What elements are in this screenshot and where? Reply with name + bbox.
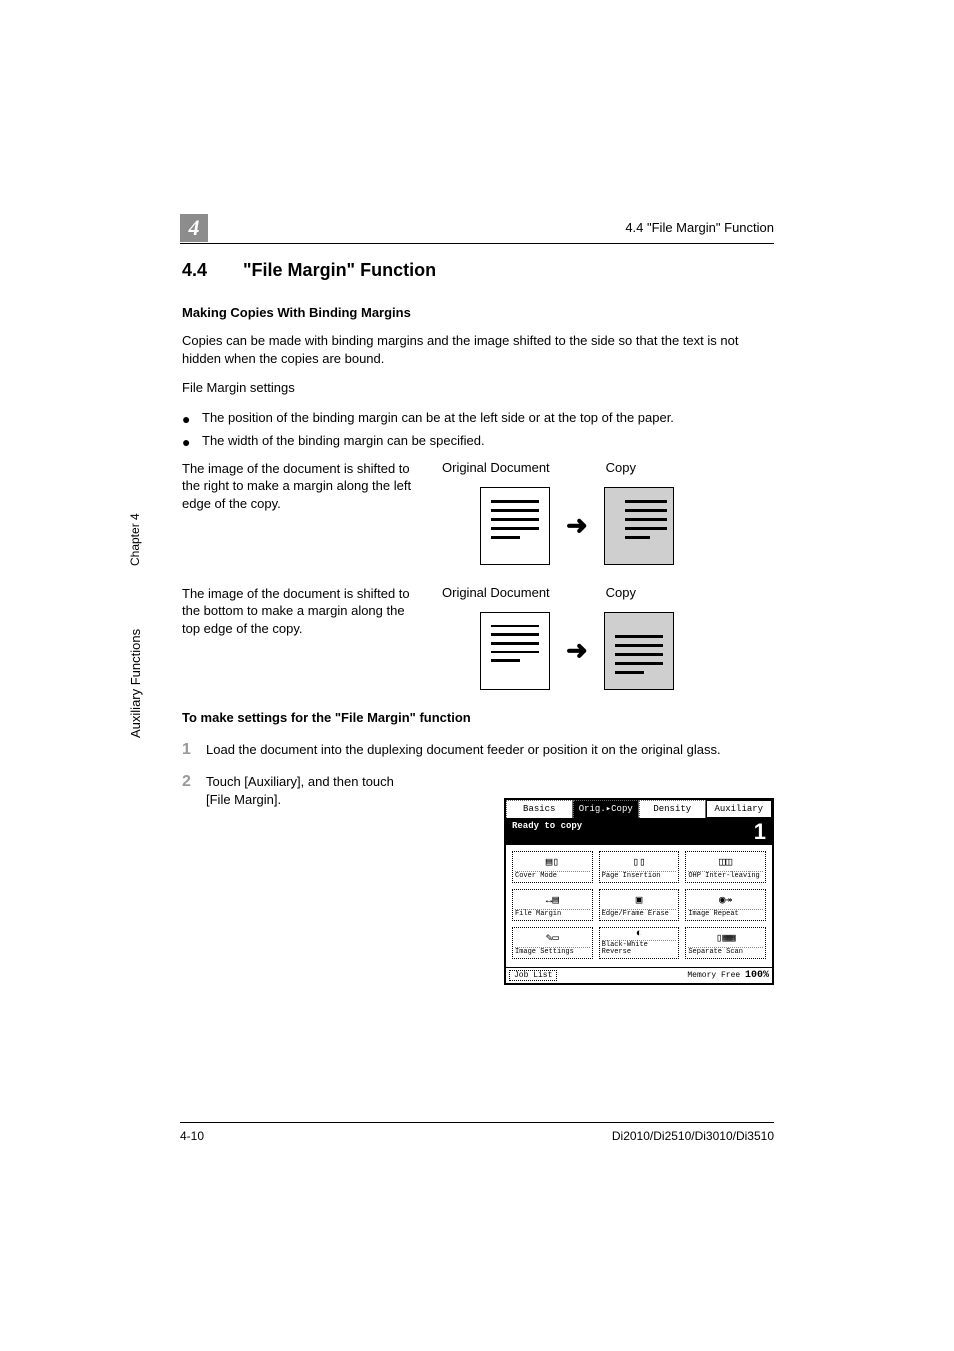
file-margin-icon: ↔▤ [515,891,590,909]
file-margin-button[interactable]: ↔▤File Margin [512,889,593,921]
shift-top-block: The image of the document is shifted to … [182,585,774,690]
image-repeat-button[interactable]: ◉↠Image Repeat [685,889,766,921]
step-1: 1 Load the document into the duplexing d… [182,741,774,759]
page: 4 4.4 "File Margin" Function Chapter 4 A… [0,0,954,1351]
bw-reverse-icon: ◐ [602,928,677,940]
step-number: 1 [182,741,206,759]
copy-count: 1 [754,821,766,843]
bullet-list: ● The position of the binding margin can… [182,409,774,450]
cover-mode-button[interactable]: ▤▯Cover Mode [512,851,593,883]
chapter-number: 4 [189,215,200,240]
subheading-making-copies: Making Copies With Binding Margins [182,305,774,320]
panel-body: ▤▯Cover Mode ▯▯Page Insertion ◫◫OHP Inte… [506,845,772,967]
sidebar-section-label: Auxiliary Functions [128,558,143,738]
cover-mode-icon: ▤▯ [515,853,590,871]
arrow-right-icon: ➜ [566,510,588,541]
running-header-title: 4.4 "File Margin" Function [625,220,774,235]
original-page-icon [480,487,550,565]
edge-frame-erase-button[interactable]: ▣Edge/Frame Erase [599,889,680,921]
header-rule [180,243,774,244]
erase-icon: ▣ [602,891,677,909]
page-number: 4-10 [180,1129,204,1143]
diagram-row: ➜ [442,612,774,690]
step-text: Touch [Auxiliary], and then touch [File … [206,773,416,809]
touchscreen-panel: Basics Orig.▸Copy Density Auxiliary Read… [504,798,774,985]
section-title: "File Margin" Function [243,260,436,280]
image-settings-icon: ✎▭ [515,929,590,947]
section-heading: 4.4 "File Margin" Function [182,260,774,281]
status-text: Ready to copy [512,821,582,843]
footer-rule [180,1122,774,1123]
copy-page-top-margin-icon [604,612,674,690]
page-footer: 4-10 Di2010/Di2510/Di3010/Di3510 [180,1122,774,1143]
bullet-text: The width of the binding margin can be s… [202,432,485,450]
list-item: ● The width of the binding margin can be… [182,432,774,450]
bullet-icon: ● [182,409,202,426]
tab-density[interactable]: Density [639,800,706,818]
section-number: 4.4 [182,260,238,281]
ohp-icon: ◫◫ [688,853,763,871]
subheading-to-make-settings: To make settings for the "File Margin" f… [182,710,774,725]
step-text: Load the document into the duplexing doc… [206,741,774,759]
diagram-row: ➜ [442,487,774,565]
copy-page-left-margin-icon [604,487,674,565]
shift-top-desc: The image of the document is shifted to … [182,585,422,690]
content: 4.4 "File Margin" Function Making Copies… [182,260,774,823]
job-list-button[interactable]: Job List [509,970,557,981]
tab-auxiliary[interactable]: Auxiliary [706,800,773,818]
image-repeat-icon: ◉↠ [688,891,763,909]
step-number: 2 [182,773,206,791]
bw-reverse-button[interactable]: ◐Black-White Reverse [599,927,680,959]
original-page-icon [480,612,550,690]
diagram-labels: Original Document Copy [442,460,774,475]
shift-left-block: The image of the document is shifted to … [182,460,774,565]
ohp-interleaving-button[interactable]: ◫◫OHP Inter-leaving [685,851,766,883]
list-item: ● The position of the binding margin can… [182,409,774,427]
page-header: 4 4.4 "File Margin" Function [0,214,954,242]
shift-top-diagram: Original Document Copy ➜ [422,585,774,690]
panel-tabs: Basics Orig.▸Copy Density Auxiliary [506,800,772,819]
shift-left-diagram: Original Document Copy ➜ [422,460,774,565]
label-original: Original Document [442,460,602,475]
label-copy: Copy [606,460,636,475]
label-original: Original Document [442,585,602,600]
arrow-right-icon: ➜ [566,635,588,666]
separate-scan-icon: ▯▦▦ [688,929,763,947]
panel-status-bar: Ready to copy 1 [506,819,772,845]
body-para1: Copies can be made with binding margins … [182,332,774,367]
body-para2: File Margin settings [182,379,774,397]
page-insertion-icon: ▯▯ [602,853,677,871]
separate-scan-button[interactable]: ▯▦▦Separate Scan [685,927,766,959]
shift-left-desc: The image of the document is shifted to … [182,460,422,565]
sidebar: Chapter 4 Auxiliary Functions [128,508,158,768]
sidebar-chapter-label: Chapter 4 [128,506,142,566]
tab-orig-copy[interactable]: Orig.▸Copy [573,800,640,818]
model-list: Di2010/Di2510/Di3010/Di3510 [612,1129,774,1143]
diagram-labels: Original Document Copy [442,585,774,600]
image-settings-button[interactable]: ✎▭Image Settings [512,927,593,959]
memory-indicator: Memory Free 100% [687,970,769,981]
memory-label: Memory Free [687,971,740,980]
bullet-icon: ● [182,432,202,449]
label-copy: Copy [606,585,636,600]
panel-footer: Job List Memory Free 100% [506,967,772,983]
memory-percent: 100% [745,970,769,981]
chapter-badge: 4 [180,214,208,242]
bullet-text: The position of the binding margin can b… [202,409,674,427]
tab-basics[interactable]: Basics [506,800,573,818]
page-insertion-button[interactable]: ▯▯Page Insertion [599,851,680,883]
